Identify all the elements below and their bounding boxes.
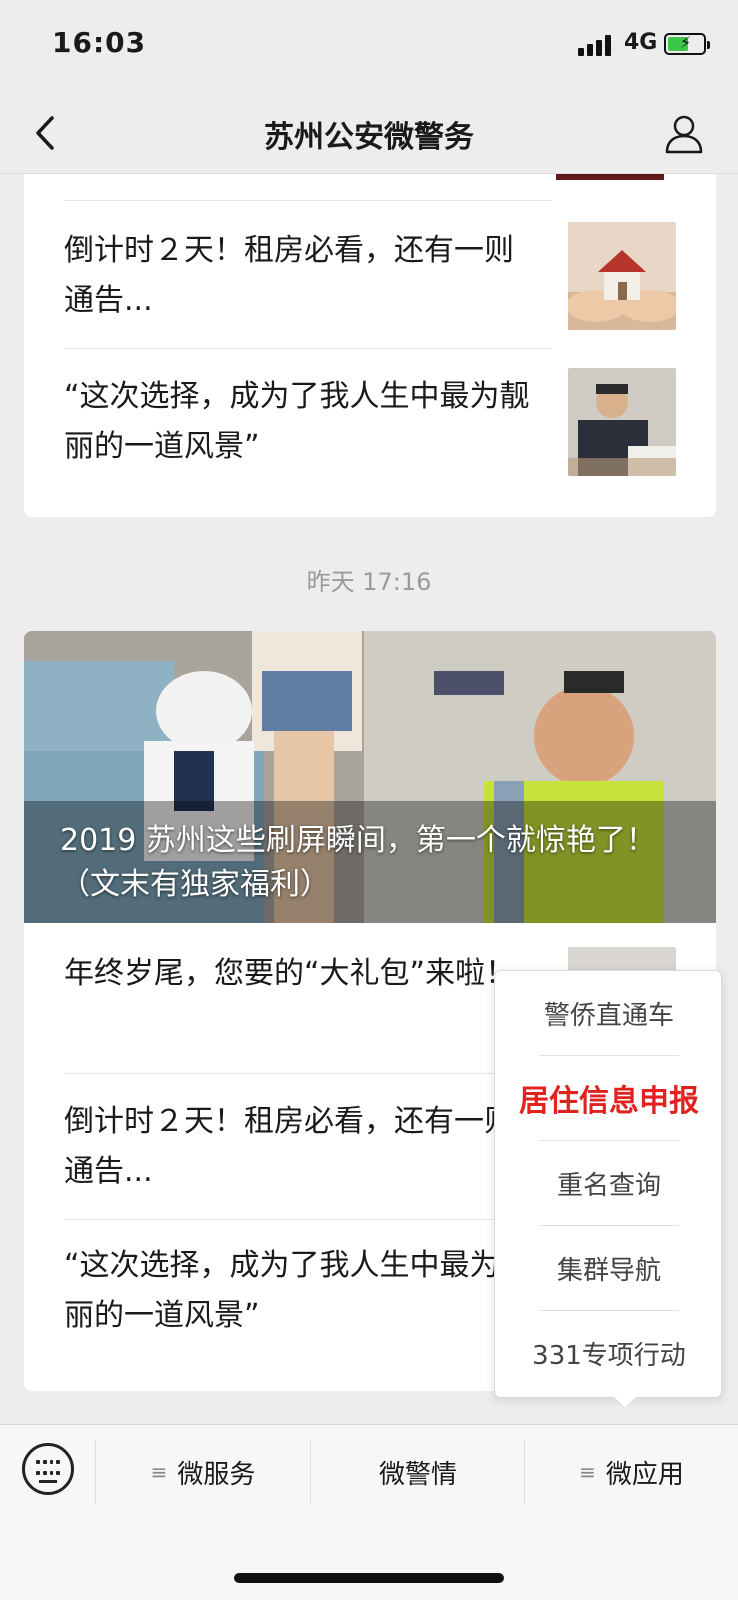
divider — [64, 348, 552, 349]
home-indicator[interactable] — [234, 1573, 504, 1583]
submenu-icon: ≡ — [150, 1460, 168, 1484]
submenu-popup: 警侨直通车 居住信息申报 重名查询 集群导航 331专项行动 — [494, 970, 723, 1410]
article-item[interactable]: “这次选择，成为了我人生中最为靓丽的一道风景” — [64, 368, 676, 478]
submenu-item-jingqiao[interactable]: 警侨直通车 — [495, 971, 723, 1055]
article-title: “这次选择，成为了我人生中最为靓丽的一道风景” — [64, 1248, 530, 1333]
article-title: 年终岁尾，您要的“大礼包”来啦！ — [64, 956, 516, 991]
status-time: 16:03 — [52, 26, 147, 59]
menu-item-label: 微警情 — [378, 1459, 457, 1490]
battery-icon: ⚡ — [664, 33, 710, 55]
article-title: 倒计时２天！租房必看，还有一则通告... — [64, 233, 514, 318]
network-type: 4G — [624, 30, 658, 55]
article-title: “这次选择，成为了我人生中最为靓丽的一道风景” — [64, 379, 530, 464]
menu-item-label: 微应用 — [605, 1459, 684, 1490]
submenu-icon: ≡ — [579, 1460, 596, 1484]
menu-item-label: 微服务 — [177, 1459, 256, 1490]
page-title: 苏州公安微警务 — [264, 120, 474, 155]
profile-button[interactable] — [662, 112, 706, 156]
keyboard-toggle-button[interactable] — [22, 1443, 74, 1495]
divider — [64, 1073, 552, 1074]
person-icon — [665, 115, 703, 154]
nav-bar: 苏州公安微警务 — [0, 92, 738, 174]
status-bar: 16:03 4G ⚡ — [0, 0, 738, 92]
submenu-item-residence-report[interactable]: 居住信息申报 — [495, 1056, 723, 1140]
menu-item-weifuwu[interactable]: ≡ 微服务 — [96, 1425, 310, 1519]
article-item[interactable]: 倒计时２天！租房必看，还有一则通告... — [64, 222, 676, 332]
menu-item-weiyingyong[interactable]: ≡ 微应用 — [525, 1425, 738, 1519]
bottom-menu-bar: ≡ 微服务 微警情 ≡ 微应用 — [0, 1424, 738, 1600]
article-thumbnail — [568, 222, 676, 330]
hero-article[interactable]: 2019 苏州这些刷屏瞬间，第一个就惊艳了！（文末有独家福利） — [24, 631, 716, 923]
submenu-item-cluster-nav[interactable]: 集群导航 — [495, 1226, 723, 1310]
hero-title: 2019 苏州这些刷屏瞬间，第一个就惊艳了！（文末有独家福利） — [60, 823, 656, 902]
submenu-item-name-query[interactable]: 重名查询 — [495, 1141, 723, 1225]
article-title: 倒计时２天！租房必看，还有一则通告... — [64, 1104, 514, 1189]
article-thumbnail — [568, 368, 676, 476]
article-thumbnail — [556, 174, 664, 180]
submenu-item-331-action[interactable]: 331专项行动 — [495, 1311, 723, 1395]
menu-item-weijingqing[interactable]: 微警情 — [311, 1425, 525, 1519]
signal-icon — [578, 34, 616, 56]
message-timestamp: 昨天 17:16 — [306, 568, 432, 596]
divider — [64, 200, 552, 201]
article-card: 倒计时２天！租房必看，还有一则通告... “这次选择，成为了我人生中最为靓丽的一… — [24, 174, 716, 517]
divider — [64, 1219, 552, 1220]
